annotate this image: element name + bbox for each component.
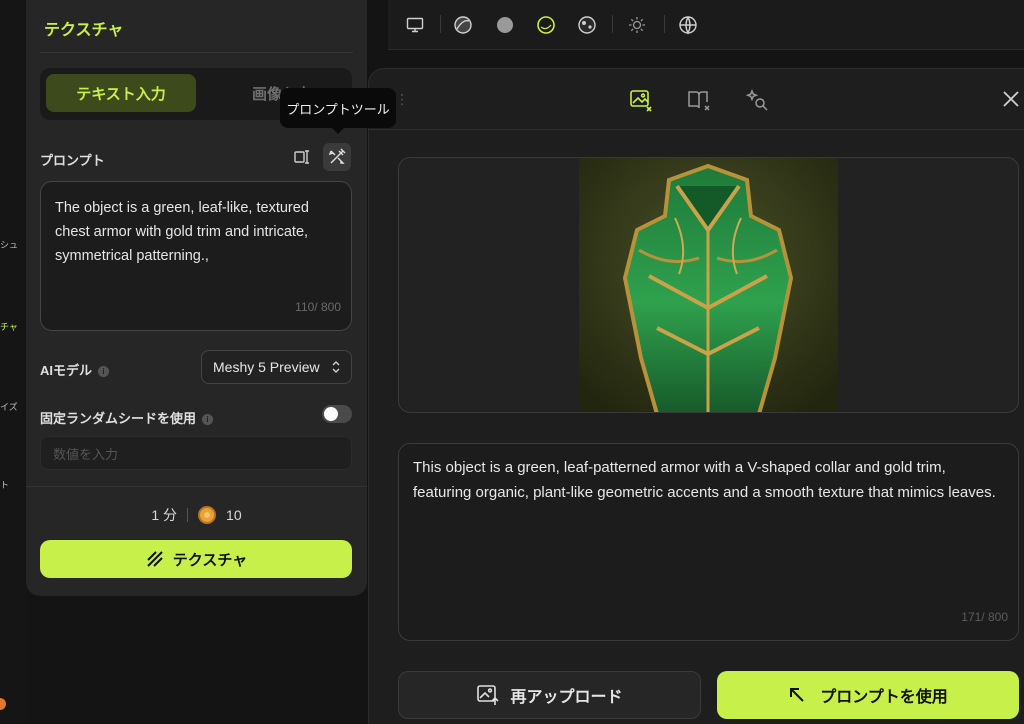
uploaded-image-frame (398, 157, 1019, 413)
tab-text-input[interactable]: テキスト入力 (46, 74, 196, 112)
panel-title: テクスチャ (44, 22, 124, 39)
globe-icon[interactable] (677, 14, 699, 36)
ai-model-value: Meshy 5 Preview (213, 359, 320, 375)
sparkle-search-tab[interactable] (744, 87, 770, 113)
text-cursor-icon (294, 150, 309, 164)
toggle-knob (324, 407, 338, 421)
left-nav: シュ チャ イズ ト (0, 0, 26, 724)
seed-toggle[interactable] (322, 405, 352, 423)
seed-input[interactable]: 数値を入力 (40, 436, 352, 470)
nav-item-fragment[interactable]: シュ (0, 238, 18, 251)
close-button[interactable] (999, 87, 1023, 111)
texture-stripes-icon (147, 551, 163, 567)
image-upload-icon (477, 685, 500, 705)
use-prompt-button[interactable]: プロンプトを使用 (717, 671, 1019, 719)
image-to-prompt-modal: ⋮ This object is a green, leaf-patterned… (368, 68, 1024, 724)
divider (26, 486, 367, 487)
prompt-textarea[interactable]: The object is a green, leaf-like, textur… (40, 181, 352, 331)
nav-item-fragment[interactable]: ト (0, 478, 9, 491)
generated-prompt-text: This object is a green, leaf-patterned a… (413, 459, 996, 501)
texture-panel: テクスチャ テキスト入力 画像入力 プロンプトツール プロンプト The obj… (26, 0, 396, 596)
ai-model-label: AIモデル i (40, 360, 110, 379)
sparkle-search-icon (745, 88, 768, 111)
prompt-tool-button[interactable] (323, 143, 351, 171)
nav-item-fragment[interactable]: イズ (0, 400, 18, 413)
prompt-label: プロンプト (40, 153, 105, 168)
ai-model-select[interactable]: Meshy 5 Preview (201, 350, 352, 384)
generated-prompt-textarea[interactable]: This object is a green, leaf-patterned a… (398, 443, 1019, 641)
divider (40, 52, 353, 53)
separator (664, 15, 665, 33)
divider (369, 129, 1024, 130)
arrow-up-left-icon (790, 688, 804, 702)
texture-submit-label: テクスチャ (172, 551, 248, 569)
seed-label: 固定ランダムシードを使用 i (40, 408, 214, 427)
reupload-label: 再アップロード (510, 689, 623, 706)
texture-submit-button[interactable]: テクスチャ (40, 540, 352, 578)
credit-coin-icon (198, 506, 217, 524)
close-icon (1003, 91, 1019, 107)
prompt-translate-button[interactable] (289, 143, 317, 171)
drag-handle-icon[interactable]: ⋮ (395, 91, 409, 108)
chevron-updown-icon (332, 361, 340, 373)
info-icon[interactable]: i (202, 414, 214, 426)
seed-label-text: 固定ランダムシードを使用 (40, 411, 197, 426)
viewport-toolbar (388, 0, 1024, 50)
solid-sphere-icon[interactable] (494, 14, 516, 36)
book-text-tab[interactable] (686, 87, 712, 113)
reupload-button[interactable]: 再アップロード (398, 671, 701, 719)
textured-sphere-icon[interactable] (576, 14, 598, 36)
cost-row: 1 分 10 (26, 505, 367, 525)
book-text-icon (688, 91, 710, 111)
tools-icon (328, 148, 346, 164)
credit-cost: 10 (226, 507, 242, 523)
prompt-tool-tooltip: プロンプトツール (280, 88, 396, 134)
image-to-text-icon (630, 90, 652, 112)
notification-dot (0, 698, 6, 710)
use-prompt-label: プロンプトを使用 (820, 689, 948, 706)
separator (187, 508, 189, 522)
prompt-text: The object is a green, leaf-like, textur… (55, 200, 309, 264)
ai-model-label-text: AIモデル (40, 363, 93, 378)
monitor-icon[interactable] (404, 14, 426, 36)
uploaded-armor-image (579, 158, 838, 412)
time-cost: 1 分 (151, 507, 178, 523)
separator (612, 15, 613, 33)
nav-item-fragment-active[interactable]: チャ (0, 320, 18, 333)
matcap-sphere-icon[interactable] (452, 14, 474, 36)
separator (440, 15, 441, 33)
generated-prompt-counter: 171/ 800 (961, 610, 1008, 624)
prompt-char-counter: 110/ 800 (295, 300, 341, 314)
wireframe-sphere-icon[interactable] (535, 14, 557, 36)
light-icon[interactable] (626, 14, 648, 36)
info-icon[interactable]: i (98, 366, 110, 378)
image-to-text-tab[interactable] (628, 87, 654, 113)
